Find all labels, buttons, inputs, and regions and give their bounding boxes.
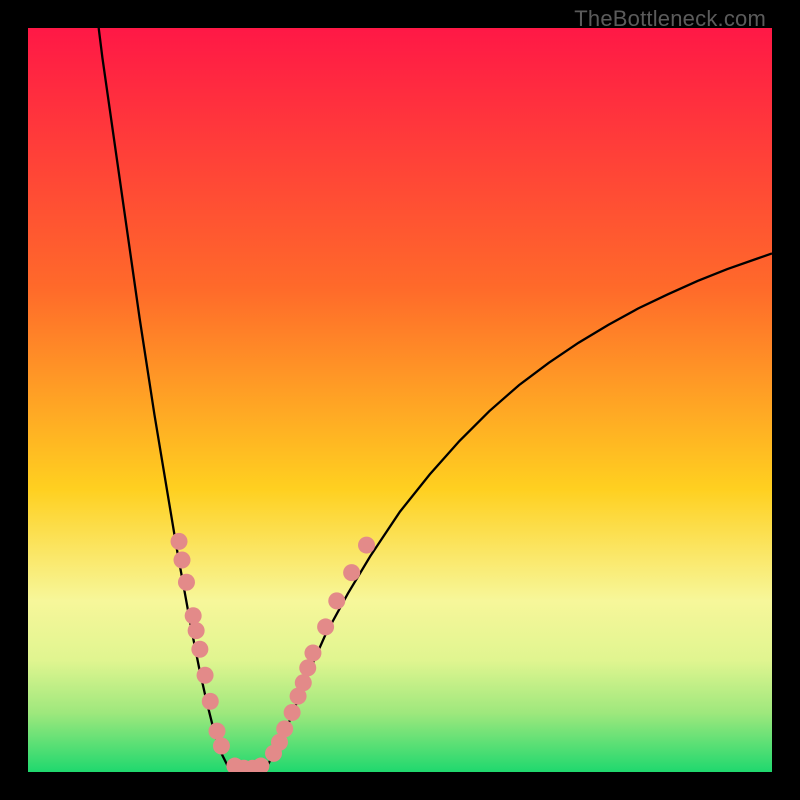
data-marker [171,533,188,550]
chart-frame: TheBottleneck.com [0,0,800,800]
data-marker [343,564,360,581]
data-marker [358,537,375,554]
chart-svg [28,28,772,772]
data-marker [299,659,316,676]
data-marker [178,574,195,591]
data-marker [328,592,345,609]
data-marker [276,720,293,737]
data-marker [213,737,230,754]
data-marker [185,607,202,624]
data-marker [304,644,321,661]
data-marker [174,551,191,568]
plot-area [28,28,772,772]
data-marker [188,622,205,639]
gradient-background [28,28,772,772]
data-marker [197,667,214,684]
data-marker [191,641,208,658]
data-marker [284,704,301,721]
data-marker [317,618,334,635]
data-marker [202,693,219,710]
data-marker [208,723,225,740]
data-marker [295,674,312,691]
